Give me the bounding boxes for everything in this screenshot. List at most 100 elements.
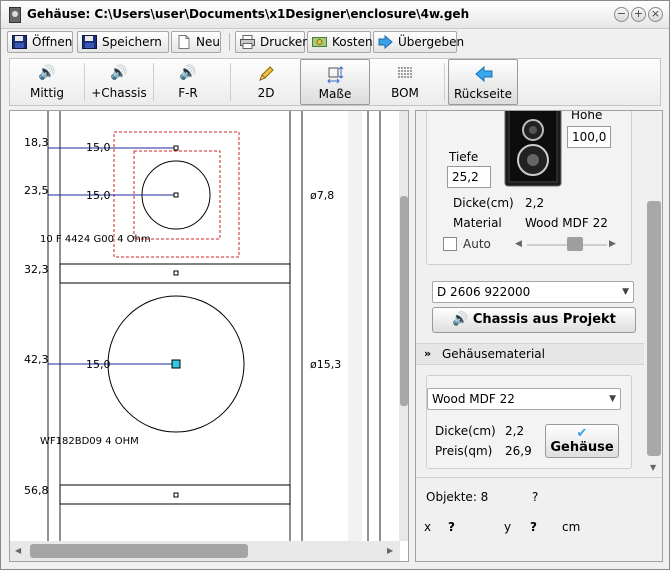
tool-back-side[interactable]: Rückseite (448, 59, 518, 105)
scroll-left-icon[interactable]: ◀ (15, 546, 21, 555)
floppy-icon (12, 35, 27, 49)
collapse-icon: » (424, 347, 432, 360)
row-label: 56,8 (24, 484, 49, 497)
tool-bom-label: BOM (391, 86, 419, 100)
chassis-from-project-button[interactable]: 🔊 Chassis aus Projekt (432, 307, 636, 333)
scroll-down-icon[interactable]: ▼ (650, 463, 656, 472)
objects-extra: ? (532, 490, 539, 504)
row-label: 42,3 (24, 353, 49, 366)
arrow-left-icon (475, 66, 493, 82)
auto-checkbox[interactable] (443, 237, 457, 251)
enclosure-button-label: Gehäuse (550, 440, 614, 455)
print-button[interactable]: Drucken (235, 31, 310, 53)
depth-input[interactable]: 25,2 (447, 166, 491, 188)
cost-label: Kosten (332, 35, 373, 49)
list-icon (398, 67, 412, 78)
thickness-value: 2,2 (525, 196, 545, 210)
row-label: 18,3 (24, 136, 49, 149)
y-value: ? (530, 520, 537, 534)
material-group: Wood MDF 22 ▼ Dicke(cm) 2,2 Preis(qm) 26… (426, 375, 632, 469)
auto-label: Auto (463, 237, 491, 251)
new-document-icon (178, 35, 190, 49)
toolbar-divider (229, 33, 230, 51)
depth-slider-thumb[interactable] (567, 237, 583, 251)
enclosure-drawing[interactable]: 18,3 23,5 32,3 42,3 56,8 15,0 15,0 15,0 … (10, 111, 400, 541)
unit-label: cm (562, 520, 581, 534)
row-label: 32,3 (24, 263, 49, 276)
tool-divider (230, 63, 231, 101)
chevron-down-icon: ▼ (609, 394, 616, 404)
tool-dimensions[interactable]: Maße (300, 59, 370, 105)
save-button[interactable]: Speichern (77, 31, 169, 53)
maximize-button[interactable]: + (631, 7, 646, 22)
app-window: Gehäuse: C:\Users\user\Documents\x1Desig… (0, 0, 670, 570)
minimize-button[interactable]: − (614, 7, 629, 22)
tool-fr[interactable]: 🔊 F-R (154, 59, 222, 105)
tool-add-chassis-label: +Chassis (91, 86, 147, 100)
chassis-name-label: WF182BD09 4 OHM (40, 436, 139, 447)
close-button[interactable]: × (648, 7, 663, 22)
material-select[interactable]: Wood MDF 22 ▼ (427, 388, 621, 410)
dimensions-icon (327, 66, 344, 84)
diameter-label: ø15,3 (310, 358, 341, 371)
floppy-icon (82, 35, 97, 49)
chassis-select-value: D 2606 922000 (437, 285, 531, 299)
height-label: Höhe (571, 110, 603, 122)
transfer-button[interactable]: Übergeben (373, 31, 464, 53)
material-section-header[interactable]: » Gehäusematerial (416, 343, 644, 365)
scroll-thumb[interactable] (400, 196, 408, 406)
view-toolbar: 🔊 Mittig 🔊 +Chassis 🔊 F-R 2D Maße BOM Rü… (9, 58, 661, 106)
panel-vertical-scrollbar[interactable]: ▼ (645, 111, 662, 477)
transfer-label: Übergeben (398, 35, 465, 49)
diameter-label: ø7,8 (310, 189, 334, 202)
money-icon (312, 37, 327, 47)
tool-bom[interactable]: BOM (370, 59, 440, 105)
file-toolbar: Öffnen Speichern Neu Drucken Kosten Über… (5, 31, 665, 55)
title-bar: Gehäuse: C:\Users\user\Documents\x1Desig… (1, 1, 669, 29)
tool-dimensions-label: Maße (318, 87, 352, 101)
cost-button[interactable]: Kosten (307, 31, 373, 53)
speaker-icon: 🔊 (110, 65, 128, 81)
printer-icon (240, 35, 255, 49)
enclosure-button[interactable]: ✔ Gehäuse (545, 424, 619, 458)
print-label: Drucken (260, 35, 310, 49)
slider-right-icon[interactable]: ▶ (609, 239, 616, 249)
x-value: ? (448, 520, 455, 534)
material-thickness-value: 2,2 (505, 424, 525, 438)
thickness-label: Dicke(cm) (453, 196, 514, 210)
canvas-vertical-scrollbar[interactable] (399, 111, 408, 541)
scroll-right-icon[interactable]: ▶ (387, 546, 393, 555)
tool-center-label: Mittig (29, 86, 65, 100)
height-input[interactable]: 100,0 (567, 126, 611, 148)
y-label: y (504, 520, 512, 534)
window-title: Gehäuse: C:\Users\user\Documents\x1Desig… (27, 7, 470, 21)
checkmark-icon: ✔ (576, 426, 588, 441)
offset-label: 15,0 (86, 141, 111, 154)
chassis-select[interactable]: D 2606 922000 ▼ (432, 281, 634, 303)
open-button[interactable]: Öffnen (7, 31, 73, 53)
material-section-title: Gehäusematerial (442, 347, 545, 361)
slider-left-icon[interactable]: ◀ (515, 239, 522, 249)
new-button[interactable]: Neu (171, 31, 221, 53)
save-label: Speichern (102, 35, 162, 49)
speaker-icon: 🔊 (38, 65, 56, 81)
chassis-name-label: 10 F 4424 G00 4 Ohm (40, 234, 151, 245)
material-select-value: Wood MDF 22 (432, 392, 515, 406)
price-label: Preis(qm) (435, 444, 493, 458)
tool-fr-label: F-R (178, 86, 198, 100)
speaker-icon: 🔊 (452, 312, 469, 327)
scroll-thumb[interactable] (647, 201, 661, 456)
properties-panel: Höhe 100,0 Tiefe 25,2 Dicke(cm) 2,2 Mate… (415, 110, 663, 562)
tool-add-chassis[interactable]: 🔊 +Chassis (85, 59, 153, 105)
scroll-thumb[interactable] (30, 544, 248, 558)
chevron-down-icon: ▼ (622, 287, 629, 297)
pencil-icon (259, 66, 274, 81)
offset-label: 15,0 (86, 189, 111, 202)
depth-label: Tiefe (449, 150, 479, 164)
tool-2d-label: 2D (257, 86, 275, 100)
tool-2d[interactable]: 2D (232, 59, 300, 105)
tool-back-side-label: Rückseite (453, 87, 512, 101)
tool-center[interactable]: 🔊 Mittig (10, 59, 84, 105)
drawing-canvas[interactable]: 18,3 23,5 32,3 42,3 56,8 15,0 15,0 15,0 … (9, 110, 409, 562)
canvas-horizontal-scrollbar[interactable]: ◀ ▶ (10, 541, 400, 561)
